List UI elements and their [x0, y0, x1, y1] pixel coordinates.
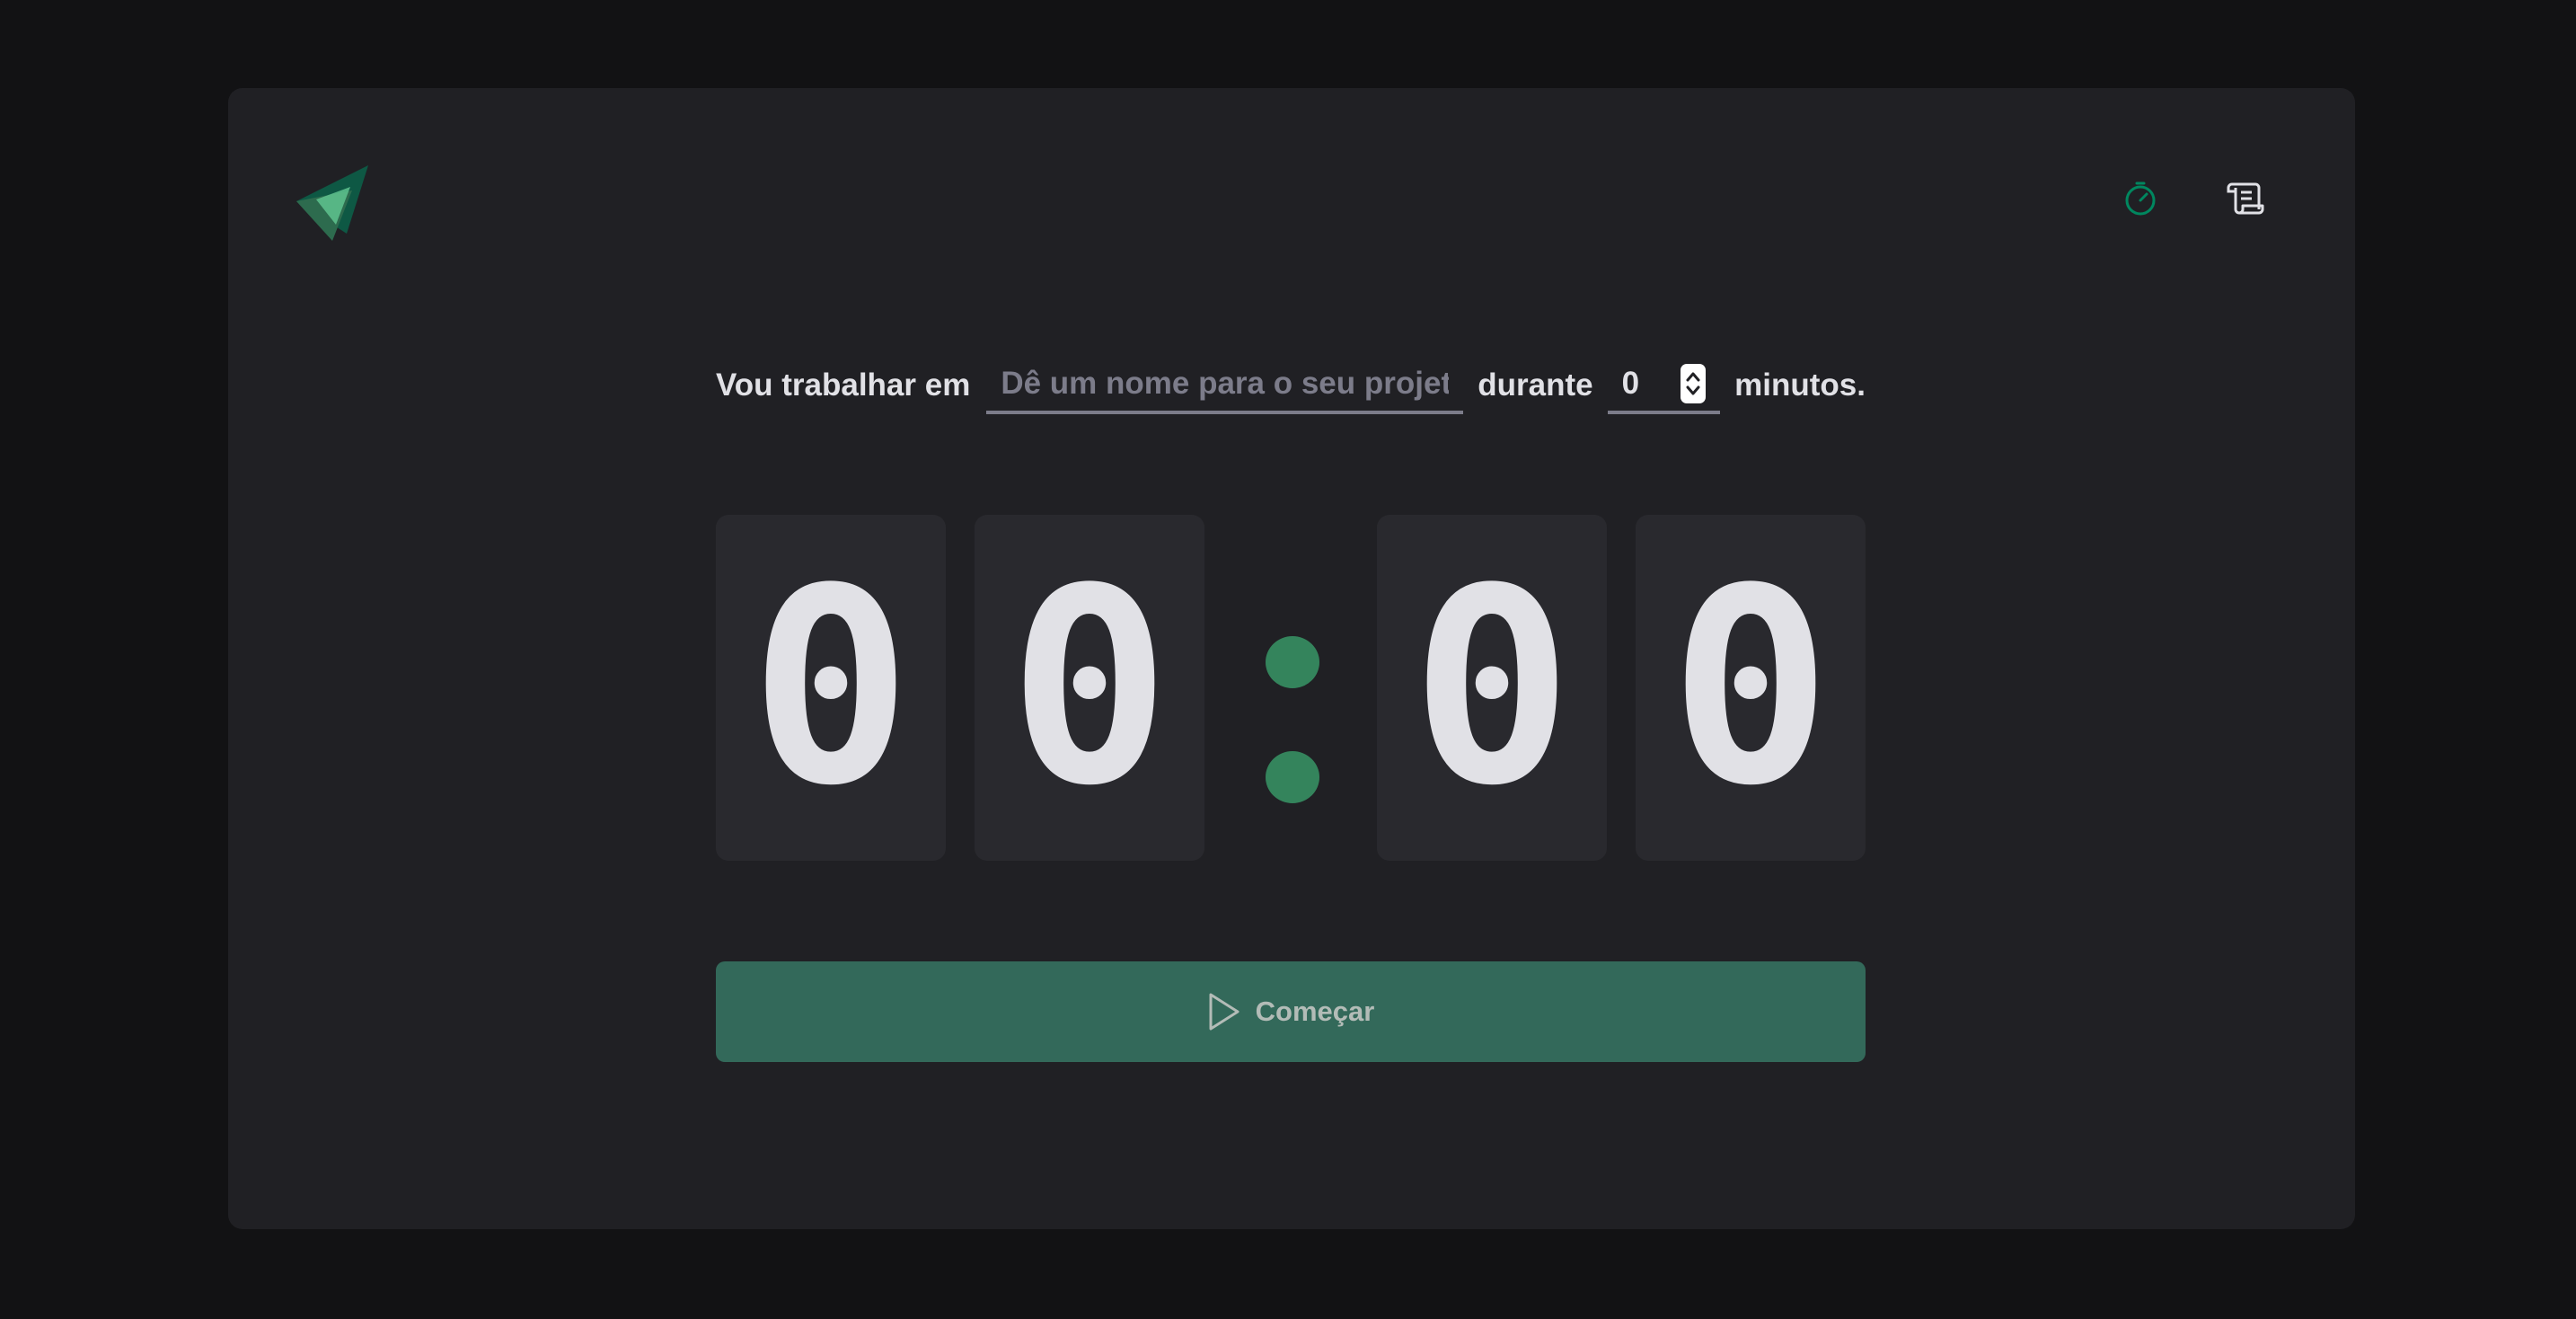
top-navigation [2120, 178, 2265, 219]
timer-icon [2125, 181, 2156, 216]
separator-top-dot [1266, 636, 1319, 688]
play-icon [1209, 993, 1239, 1031]
main-container: Vou trabalhar em durante 0 minutos. 0 0 … [228, 88, 2355, 1229]
start-countdown-button[interactable]: Começar [716, 961, 1866, 1062]
duration-label: durante [1478, 367, 1593, 403]
minutes-stepper[interactable] [1681, 364, 1707, 403]
history-nav-link[interactable] [2224, 178, 2265, 219]
scroll-history-icon [2227, 182, 2264, 215]
countdown-second-ones: 0 [1636, 515, 1866, 861]
countdown-minute-tens: 0 [716, 515, 946, 861]
countdown-minute-ones: 0 [975, 515, 1204, 861]
minutes-value: 0 [1621, 366, 1640, 401]
paper-plane-logo-icon [296, 165, 375, 241]
start-button-label: Começar [1255, 996, 1375, 1027]
countdown-second-tens: 0 [1377, 515, 1607, 861]
countdown-display: 0 0 0 0 [716, 515, 1866, 861]
separator-bottom-dot [1266, 751, 1319, 803]
minutes-suffix-label: minutos. [1734, 367, 1866, 403]
task-name-input[interactable] [986, 357, 1464, 414]
minutes-amount-input[interactable]: 0 [1607, 357, 1721, 414]
task-form: Vou trabalhar em durante 0 minutos. [716, 354, 1866, 417]
timer-nav-link[interactable] [2120, 178, 2161, 219]
countdown-separator [1266, 636, 1319, 807]
task-prefix-label: Vou trabalhar em [716, 367, 971, 403]
up-down-chevron-icon [1686, 372, 1700, 395]
